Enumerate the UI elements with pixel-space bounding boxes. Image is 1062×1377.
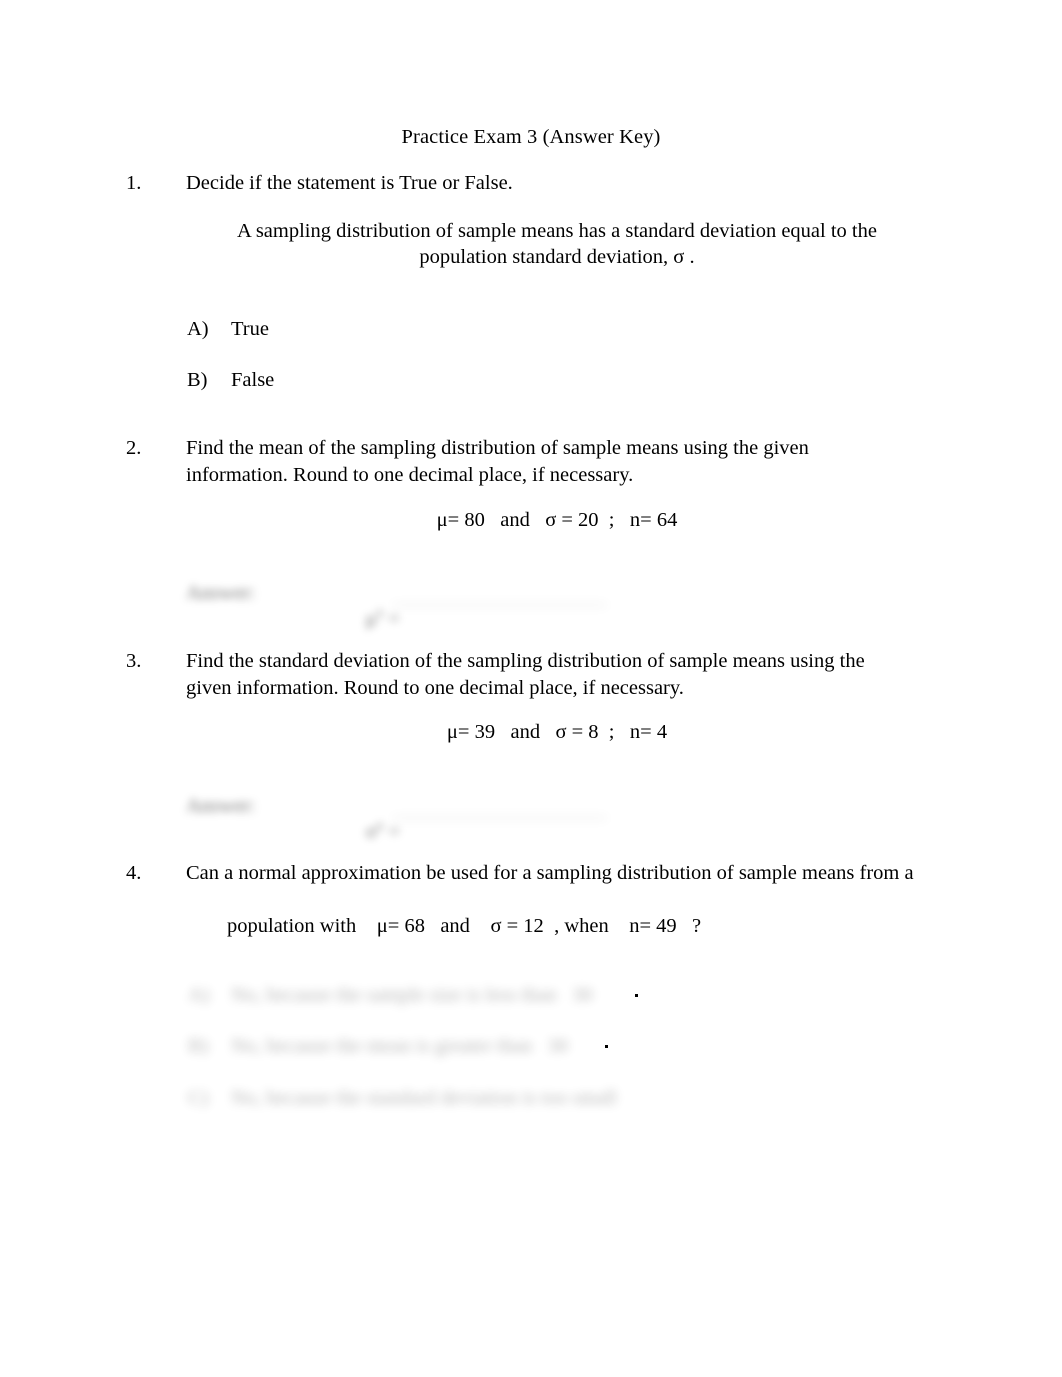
question-1-choice-a-label: True <box>231 318 269 340</box>
question-2-answer-value: _____________________ <box>392 586 608 608</box>
question-4-given-mu: μ= 68 <box>376 915 425 937</box>
question-3-prompt-line-2: given information. Round to one decimal … <box>186 676 684 699</box>
question-3-answer-value: _____________________ <box>392 799 608 821</box>
question-3-answer-symbol: σx̄ = <box>335 787 400 871</box>
question-4-choice-b-period <box>605 1045 608 1048</box>
question-2-prompt-line-2: information. Round to one decimal place,… <box>186 463 634 486</box>
page-title: Practice Exam 3 (Answer Key) <box>401 126 661 148</box>
question-4-choice-b-letter: B) <box>188 1035 209 1057</box>
question-4-prompt: Can a normal approximation be used for a… <box>186 860 946 966</box>
question-2-answer-symbol: μx̄ = <box>335 574 400 658</box>
question-4-choice-a-period <box>635 994 638 997</box>
question-1-prompt: Decide if the statement is True or False… <box>186 172 513 194</box>
question-4-choice-c-letter: C) <box>188 1087 209 1109</box>
question-4-given-sigma: σ = 12 <box>490 915 544 937</box>
question-3-prompt-line-1: Find the standard deviation of the sampl… <box>186 650 865 672</box>
question-4-prompt-pre: population with <box>227 915 377 937</box>
question-4-prompt-and: and <box>424 915 491 937</box>
question-2-answer-symbol-eq: = <box>383 607 400 630</box>
question-4-prompt-when: , when <box>543 915 630 937</box>
question-4-given-n: n= 49 <box>629 915 677 937</box>
question-2-answer-label: Answer: <box>186 582 256 604</box>
question-4-choice-c[interactable]: C) No, because the standard deviation is… <box>0 1085 1062 1115</box>
question-4-prompt-line-2: population with μ= 68 and σ = 12 , when … <box>186 887 946 967</box>
question-1-statement-line-1: A sampling distribution of sample means … <box>237 220 877 242</box>
question-1-choice-b-label: False <box>231 369 275 391</box>
question-3-prompt: Find the standard deviation of the sampl… <box>186 648 928 701</box>
question-4-choice-a[interactable]: A) No, because the sample size is less t… <box>0 982 1062 1012</box>
question-4-prompt-end: ? <box>676 915 702 937</box>
question-4-choice-a-letter: A) <box>188 984 210 1006</box>
question-1-number: 1. <box>126 172 142 194</box>
question-3-number: 3. <box>126 650 142 672</box>
question-3-answer-row: Answer: σx̄ = _____________________ <box>0 791 1062 843</box>
question-4-choice-b[interactable]: B) No, because the mean is greater than … <box>0 1033 1062 1063</box>
question-2-given-values: μ= 80 and σ = 20 ; n= 64 <box>436 509 678 531</box>
question-2-answer-symbol-char: μ <box>365 607 377 630</box>
question-1-statement-line-2: population standard deviation, σ . <box>419 246 695 268</box>
question-1-choice-b-letter: B) <box>187 369 208 391</box>
question-4-choice-a-label: No, because the sample size is less than… <box>231 984 593 1006</box>
question-3-answer-symbol-eq: = <box>383 820 400 843</box>
document-page: Practice Exam 3 (Answer Key) 1. Decide i… <box>0 0 1062 1377</box>
question-2-prompt: Find the mean of the sampling distributi… <box>186 435 928 488</box>
question-1-choice-a-letter: A) <box>187 318 209 340</box>
question-4-number: 4. <box>126 862 142 884</box>
question-2-number: 2. <box>126 437 142 459</box>
question-4-prompt-line-1: Can a normal approximation be used for a… <box>186 862 914 884</box>
question-2-answer-row: Answer: μx̄ = _____________________ <box>0 578 1062 630</box>
question-4-choice-c-label: No, because the standard deviation is to… <box>231 1087 617 1109</box>
question-3-given-values: μ= 39 and σ = 8 ; n= 4 <box>446 721 668 743</box>
question-3-answer-symbol-char: σ <box>365 820 377 843</box>
question-3-answer-label: Answer: <box>186 795 256 817</box>
question-4-choice-b-label: No, because the mean is greater than 30 <box>231 1035 568 1057</box>
question-2-prompt-line-1: Find the mean of the sampling distributi… <box>186 437 809 459</box>
